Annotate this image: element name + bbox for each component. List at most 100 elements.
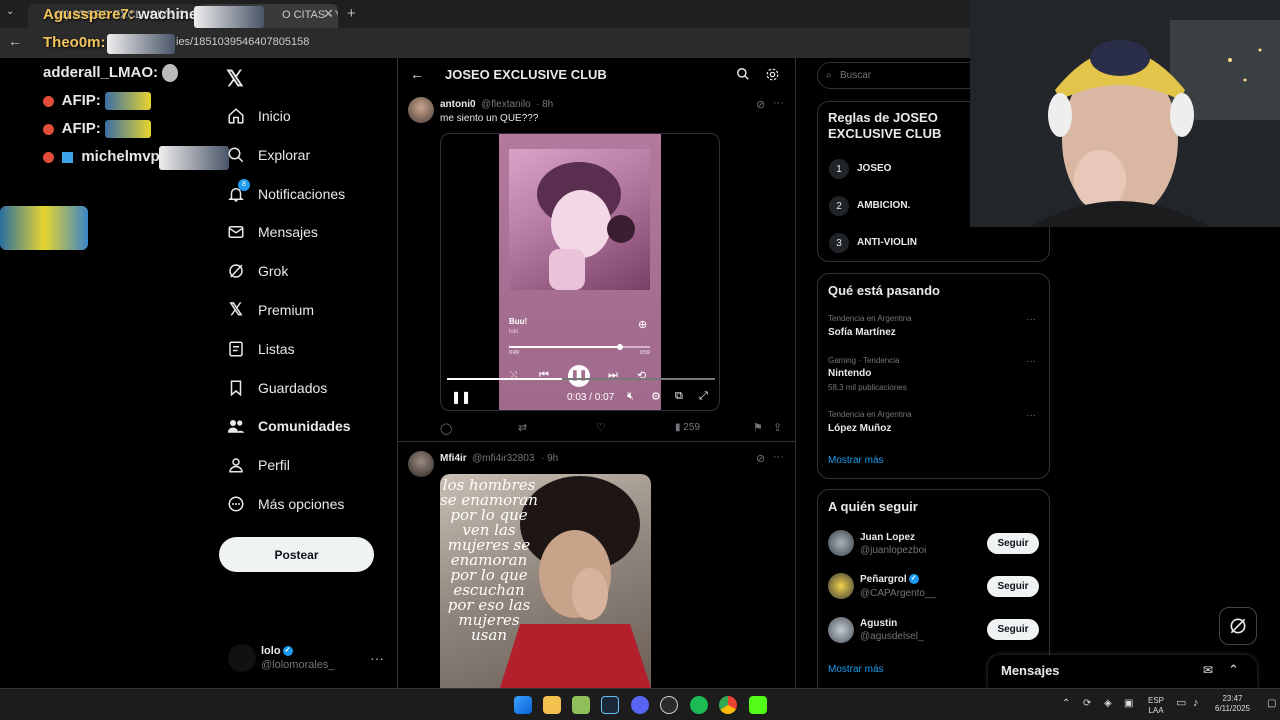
follow-name[interactable]: Peñargrol ✓ <box>860 574 919 585</box>
steam-icon[interactable] <box>601 696 619 714</box>
network-icon[interactable]: ▭ <box>1176 698 1186 709</box>
pip-icon[interactable]: ⧉ <box>675 390 683 403</box>
nav-item-listas[interactable]: Listas <box>226 336 295 362</box>
bookmark-icon[interactable]: ⚑ <box>753 421 763 434</box>
video-player[interactable]: Buu! lolo ⊕ 0:49 0:59 ⤨ ⏮ ❚❚ ⏭ ⟲ ❚❚ 0:03… <box>440 133 720 411</box>
tweet-author-name[interactable]: Mfi4ir <box>440 453 467 464</box>
album-art-image <box>509 149 650 290</box>
tray-icon[interactable]: ◈ <box>1104 699 1112 709</box>
x-logo-icon[interactable]: 𝕏 <box>226 66 244 92</box>
video-scrubber[interactable] <box>447 378 715 380</box>
tab-list-chevron-icon[interactable]: ⌄ <box>6 6 14 17</box>
retweet-icon[interactable]: ⇄ <box>518 421 527 434</box>
nav-item-premium[interactable]: 𝕏 Premium <box>226 297 314 323</box>
tray-icon[interactable]: ▣ <box>1124 699 1133 709</box>
post-button[interactable]: Postear <box>219 537 374 572</box>
tweet-time[interactable]: · 9h <box>541 453 558 464</box>
tray-icon[interactable]: ⟳ <box>1083 699 1091 709</box>
avatar[interactable] <box>828 573 854 599</box>
reply-icon[interactable]: ◯ <box>440 422 452 435</box>
fullscreen-icon[interactable]: ⤢ <box>699 390 708 403</box>
follow-button[interactable]: Seguir <box>987 619 1039 640</box>
search-icon[interactable] <box>736 67 750 86</box>
notification-icon[interactable]: ▢ <box>1267 699 1276 709</box>
grok-fab-button[interactable] <box>1219 607 1257 645</box>
tweet-image[interactable]: los hombres se enamoran por lo que ven l… <box>440 474 651 688</box>
avatar[interactable] <box>828 617 854 643</box>
avatar[interactable] <box>228 644 256 672</box>
avatar[interactable] <box>408 451 434 477</box>
more-icon[interactable]: ··· <box>1026 410 1036 421</box>
more-icon[interactable]: ··· <box>1026 356 1036 367</box>
more-icon[interactable]: ··· <box>370 650 384 666</box>
pause-icon[interactable]: ❚❚ <box>451 390 471 404</box>
more-icon[interactable]: ··· <box>1026 314 1036 325</box>
url-field[interactable]: ies/1851039546407805158 <box>176 36 309 48</box>
nav-item-inicio[interactable]: Inicio <box>226 103 291 129</box>
like-icon[interactable]: ♡ <box>596 421 606 434</box>
obs-icon[interactable] <box>660 696 678 714</box>
nav-label: Listas <box>258 341 295 357</box>
new-message-icon[interactable]: ✉ <box>1203 663 1213 677</box>
share-icon[interactable]: ⇪ <box>773 421 782 434</box>
spreadsheet-icon[interactable] <box>572 696 590 714</box>
tweet-author-handle[interactable]: @flextanilo <box>481 99 531 110</box>
trend-name: Nintendo <box>828 368 872 379</box>
more-icon[interactable]: ··· <box>773 97 784 109</box>
volume-icon[interactable]: ♪ <box>1193 698 1199 709</box>
rule-number: 3 <box>829 233 849 253</box>
tray-chevron-icon[interactable]: ⌃ <box>1062 699 1070 709</box>
follow-name[interactable]: Agustin <box>860 618 897 629</box>
nav-item-guardados[interactable]: Guardados <box>226 375 327 401</box>
language-indicator[interactable]: ESP LAA <box>1148 696 1164 716</box>
tweet-author-handle[interactable]: @mfi4ir32803 <box>472 453 534 464</box>
search-icon <box>226 145 246 165</box>
discord-icon[interactable] <box>631 696 649 714</box>
nav-item-mas-opciones[interactable]: Más opciones <box>226 491 344 517</box>
nav-item-grok[interactable]: Grok <box>226 258 288 284</box>
messages-dock[interactable]: Mensajes ✉ ⌃ <box>988 655 1257 688</box>
gear-icon[interactable] <box>765 67 780 87</box>
nav-item-mensajes[interactable]: Mensajes <box>226 219 318 245</box>
clock[interactable]: 23:47 6/11/2025 <box>1210 694 1255 714</box>
windows-start-icon[interactable] <box>514 696 532 714</box>
nav-item-explorar[interactable]: Explorar <box>226 142 310 168</box>
nav-item-comunidades[interactable]: Comunidades <box>226 413 351 439</box>
grok-icon[interactable]: ⊘ <box>756 452 765 465</box>
file-explorer-icon[interactable] <box>543 696 561 714</box>
follow-button[interactable]: Seguir <box>987 576 1039 597</box>
close-icon[interactable]: ✕ <box>323 6 334 22</box>
chat-username: AFIP: <box>61 120 101 137</box>
more-icon[interactable]: ··· <box>773 451 784 463</box>
mute-icon[interactable]: 🔇︎ <box>627 390 634 403</box>
back-arrow-icon[interactable]: ← <box>8 33 22 49</box>
windows-taskbar: ⌃ ⟳ ◈ ▣ ESP LAA ▭ ♪ 23:47 6/11/2025 ▢ <box>0 688 1280 720</box>
chat-message: michelmvp: <box>43 148 165 165</box>
avatar[interactable] <box>408 97 434 123</box>
tweet-author-name[interactable]: antoni0 <box>440 99 476 110</box>
spotify-icon[interactable] <box>690 696 708 714</box>
nav-item-perfil[interactable]: Perfil <box>226 452 290 478</box>
avatar[interactable] <box>828 530 854 556</box>
nav-item-notificaciones[interactable]: 8 Notificaciones <box>226 179 345 207</box>
show-more-link[interactable]: Mostrar más <box>828 664 884 675</box>
grok-icon[interactable]: ⊘ <box>756 98 765 111</box>
list-icon <box>226 339 246 359</box>
show-more-link[interactable]: Mostrar más <box>828 455 884 466</box>
kick-icon[interactable] <box>749 696 767 714</box>
new-tab-icon[interactable]: + <box>347 5 356 22</box>
gear-icon[interactable]: ⚙ <box>651 390 661 403</box>
clock-date: 6/11/2025 <box>1215 704 1250 713</box>
badge-icon <box>43 151 54 163</box>
tweet-time[interactable]: · 8h <box>536 99 553 110</box>
back-arrow-icon[interactable]: ← <box>410 66 424 82</box>
follow-name[interactable]: Juan Lopez <box>860 532 915 543</box>
chevron-up-icon[interactable]: ⌃ <box>1228 662 1239 678</box>
views-icon[interactable]: ▮ 259 <box>675 422 700 433</box>
search-input[interactable]: ⌕ Buscar <box>817 62 987 89</box>
trend-meta: Tendencia en Argentina <box>828 410 912 419</box>
chrome-icon[interactable] <box>719 696 737 714</box>
badge-icon <box>43 123 54 135</box>
account-name[interactable]: lolo ✓ <box>261 645 293 657</box>
follow-button[interactable]: Seguir <box>987 533 1039 554</box>
